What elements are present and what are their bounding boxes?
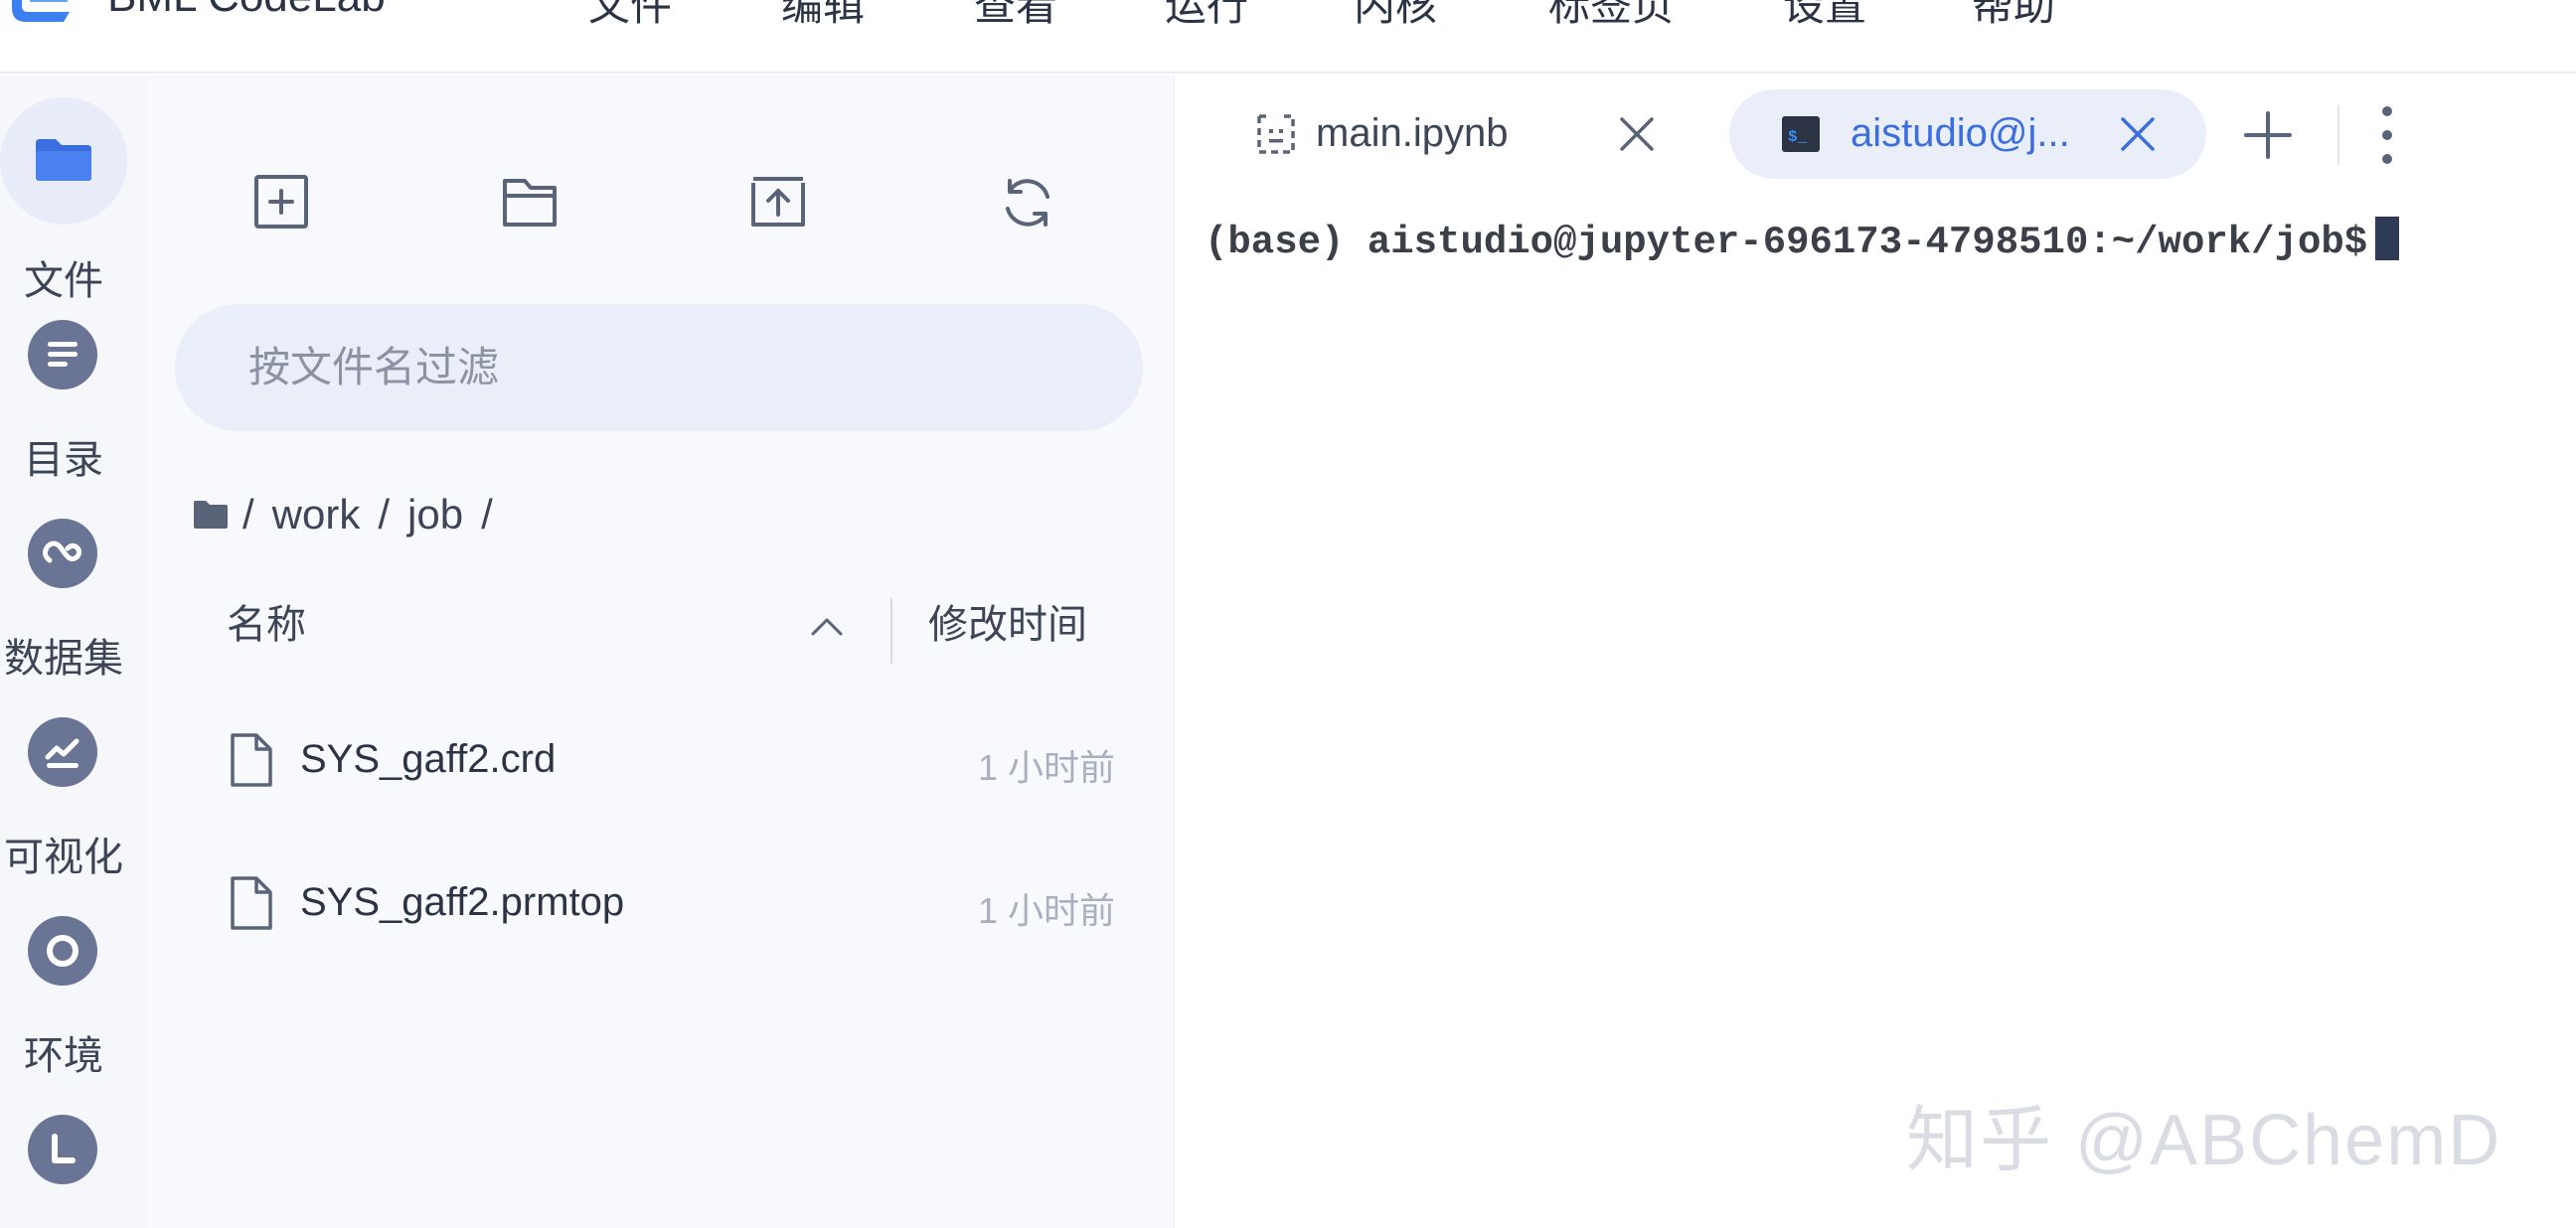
sidebar-item-label: 目录: [24, 438, 103, 482]
activity-bar: 文件 目录 数据集 可视化 环境: [0, 76, 147, 1228]
dataset-icon: [28, 519, 97, 588]
column-resize-handle[interactable]: [890, 598, 892, 664]
menu-run[interactable]: 运行: [1165, 0, 1248, 33]
file-name: SYS_gaff2.prmtop: [300, 880, 625, 924]
sidebar-item-files[interactable]: 文件: [0, 97, 127, 303]
tab-divider: [2337, 105, 2339, 165]
menu-edit[interactable]: 编辑: [781, 0, 865, 33]
tab-label: main.ipynb: [1316, 111, 1509, 155]
new-folder-button[interactable]: [491, 163, 570, 242]
file-icon: [231, 876, 272, 930]
close-icon[interactable]: [1614, 111, 1660, 157]
column-header-name[interactable]: 名称: [227, 592, 306, 650]
menu-help[interactable]: 帮助: [1972, 0, 2055, 33]
file-browser-panel: / work / job / 名称 修改时间 SYS_gaff2.crd 1 小…: [147, 76, 1173, 1228]
file-row[interactable]: SYS_gaff2.crd 1 小时前: [207, 701, 1161, 821]
sidebar-item-label: 环境: [24, 1034, 103, 1078]
app-logo-icon: [12, 0, 70, 22]
terminal-output[interactable]: (base) aistudio@jupyter-696173-4798510:~…: [1205, 217, 2556, 813]
watermark: 知乎 @ABChemD: [1906, 1101, 2502, 1180]
file-modified-time: 1 小时前: [977, 890, 1115, 931]
tab-label: aistudio@j...: [1851, 111, 2070, 155]
folder-icon: [0, 97, 127, 225]
file-modified-time: 1 小时前: [977, 747, 1115, 788]
menu-view[interactable]: 查看: [974, 0, 1057, 33]
file-filter-input[interactable]: [175, 304, 1143, 431]
menu-tabs[interactable]: 标签页: [1548, 0, 1674, 33]
close-icon[interactable]: [2115, 111, 2161, 157]
new-file-icon: [254, 175, 308, 229]
toc-icon: [28, 320, 97, 389]
sidebar-item-environment[interactable]: 环境: [0, 916, 127, 1085]
sidebar-item-label: 数据集: [4, 637, 123, 681]
refresh-icon: [1006, 179, 1049, 227]
terminal-cursor: [2375, 217, 2400, 260]
column-header-modified[interactable]: 修改时间: [928, 592, 1087, 650]
breadcrumb: / work / job /: [193, 485, 511, 544]
file-filter: [175, 304, 1143, 431]
notebook-icon: [1257, 114, 1295, 154]
breadcrumb-separator: /: [378, 491, 391, 537]
sidebar-item-visualization[interactable]: 可视化: [0, 717, 127, 886]
tab-bar: main.ipynb $_ aistudio@j...: [1175, 76, 2576, 187]
app-brand: BML CodeLab: [107, 0, 386, 22]
log-icon: [28, 1115, 97, 1184]
menu-settings[interactable]: 设置: [1783, 0, 1866, 33]
sort-ascending-icon[interactable]: [807, 612, 847, 640]
sidebar-item-label: 文件: [24, 259, 103, 303]
refresh-button[interactable]: [988, 163, 1067, 242]
environment-icon: [28, 916, 97, 986]
sidebar-item-toc[interactable]: 目录: [0, 320, 127, 489]
breadcrumb-separator: /: [481, 491, 493, 537]
add-tab-icon[interactable]: [2240, 107, 2296, 163]
file-row[interactable]: SYS_gaff2.prmtop 1 小时前: [207, 844, 1161, 964]
breadcrumb-work[interactable]: work: [272, 491, 361, 538]
new-file-button[interactable]: [242, 163, 322, 242]
sidebar-item-log[interactable]: [0, 1115, 127, 1214]
file-name: SYS_gaff2.crd: [300, 737, 557, 781]
sidebar-item-datasets[interactable]: 数据集: [0, 519, 127, 688]
breadcrumb-separator: /: [242, 491, 254, 537]
svg-text:$_: $_: [1788, 128, 1808, 146]
terminal-prompt: (base) aistudio@jupyter-696173-4798510:~…: [1205, 221, 2368, 264]
file-icon: [231, 733, 272, 787]
tab-terminal[interactable]: $_ aistudio@j...: [1729, 89, 2206, 179]
chart-icon: [28, 717, 97, 787]
main-area: main.ipynb $_ aistudio@j... (base) aistu…: [1173, 76, 2576, 1228]
upload-button[interactable]: [739, 163, 819, 242]
breadcrumb-job[interactable]: job: [407, 491, 463, 538]
terminal-icon: $_: [1782, 116, 1820, 152]
menu-kernel[interactable]: 内核: [1354, 0, 1437, 33]
new-folder-icon: [503, 179, 557, 227]
more-options-icon[interactable]: [2377, 103, 2397, 167]
folder-icon[interactable]: [193, 500, 229, 530]
upload-icon: [751, 177, 805, 227]
menu-bar: BML CodeLab 文件 编辑 查看 运行 内核 标签页 设置 帮助: [0, 0, 2576, 74]
sidebar-item-label: 可视化: [4, 836, 123, 879]
menu-file[interactable]: 文件: [588, 0, 672, 33]
